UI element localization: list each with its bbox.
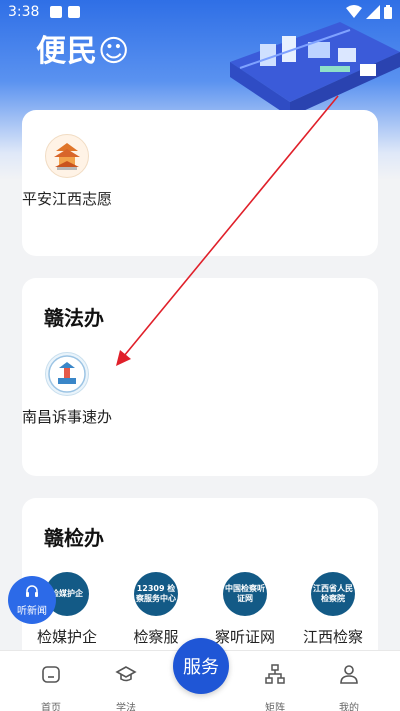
nav-mine[interactable]: 我的 (324, 663, 374, 711)
city-illustration-icon (230, 22, 400, 117)
section-title: 赣法办 (44, 306, 104, 330)
court-emblem-icon (45, 352, 89, 396)
app-label: 检媒护企 (36, 628, 97, 646)
nav-home[interactable]: 首页 (26, 663, 76, 711)
app-jiangxi-procuratorate[interactable]: 江西省人民检察院 江西检察 (288, 572, 378, 648)
home-icon (42, 666, 60, 683)
nav-label: 学法 (116, 703, 136, 711)
image-notification-icon (50, 6, 62, 18)
page-title: 便民☺ (36, 34, 131, 69)
app-procuratorate-service[interactable]: 12309 检察服务中心 检察服 (111, 572, 201, 648)
section-title: 赣检办 (44, 526, 104, 550)
user-icon (340, 665, 358, 684)
volunteer-card: 平安江西志愿 (22, 110, 378, 256)
status-bar: 3:38 (0, 0, 400, 26)
wifi-icon (346, 5, 362, 18)
nav-label: 矩阵 (265, 703, 285, 711)
battery-icon (384, 5, 392, 19)
app-hearing-network[interactable]: 中国检察听证网 察听证网 (200, 572, 290, 648)
jiangxi-procuratorate-icon: 江西省人民检察院 (311, 572, 355, 616)
app-label: 平安江西志愿 (22, 190, 113, 208)
status-right-icons (346, 5, 392, 19)
graduation-cap-icon (115, 666, 137, 682)
listen-news-label: 听新闻 (17, 606, 47, 617)
pavilion-icon (45, 134, 89, 178)
nav-study-law[interactable]: 学法 (101, 663, 151, 711)
app-label: 江西检察 (302, 628, 363, 646)
notification-icons (50, 6, 80, 18)
app-volunteer[interactable]: 平安江西志愿 (22, 134, 112, 210)
font-notification-icon (68, 6, 80, 18)
signal-icon (366, 5, 380, 19)
ganfaban-card: 赣法办 南昌诉事速办 (22, 278, 378, 476)
nav-label: 我的 (339, 703, 359, 711)
hearing-network-icon: 中国检察听证网 (223, 572, 267, 616)
service-center-icon: 12309 检察服务中心 (134, 572, 178, 616)
nav-label: 首页 (41, 703, 61, 711)
service-button[interactable]: 服务 (173, 638, 229, 694)
headphones-icon (26, 585, 38, 597)
nav-matrix[interactable]: 矩阵 (250, 663, 300, 711)
app-nanchang-court[interactable]: 南昌诉事速办 (22, 352, 112, 428)
listen-news-button[interactable]: 听新闻 (8, 576, 56, 624)
status-time: 3:38 (8, 4, 40, 20)
hierarchy-icon (265, 664, 285, 684)
app-label: 南昌诉事速办 (22, 408, 113, 426)
